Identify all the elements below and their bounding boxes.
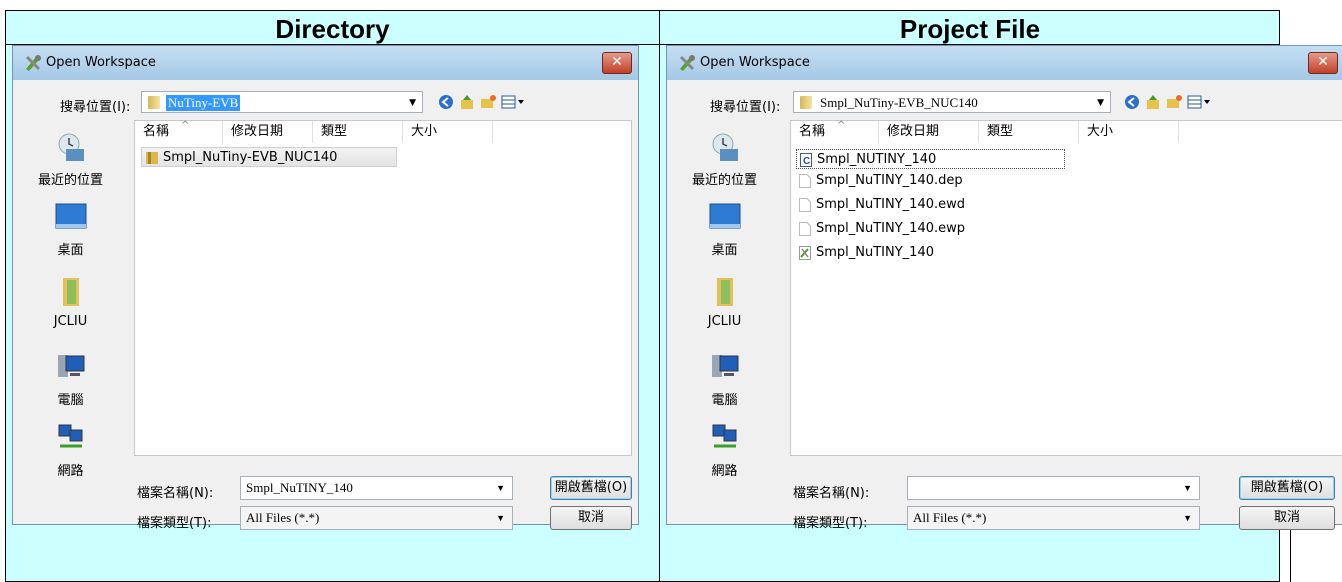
workspace-icon: [799, 245, 811, 260]
file-icon: [799, 197, 811, 212]
filetype-label: 檔案類型(T):: [793, 516, 868, 531]
file-list[interactable]: 名稱 ^ 修改日期 類型 大小 Smpl_NuTiny-EVB_NUC140: [134, 120, 632, 456]
look-in-value: NuTiny-EVB: [166, 95, 241, 111]
up-folder-icon[interactable]: [1145, 94, 1161, 110]
place-computer[interactable]: 電腦: [13, 351, 128, 408]
filetype-select[interactable]: All Files (*.*) ▼: [907, 506, 1200, 530]
filename-input[interactable]: ▼: [907, 476, 1200, 500]
column-date[interactable]: 修改日期: [223, 121, 313, 143]
list-item[interactable]: C Smpl_NUTINY_140: [796, 149, 1065, 169]
chevron-down-icon: ▼: [1183, 483, 1192, 493]
svg-text:C: C: [803, 156, 810, 167]
view-menu-icon[interactable]: [1187, 94, 1213, 110]
filename-label: 檔案名稱(N):: [137, 486, 214, 501]
chevron-down-icon: ▼: [496, 483, 505, 493]
look-in-label: 搜尋位置(I):: [60, 100, 131, 115]
column-date[interactable]: 修改日期: [879, 121, 979, 143]
c-source-icon: C: [800, 152, 812, 167]
close-button[interactable]: ✕: [602, 52, 632, 74]
header-row: Directory Project File: [6, 11, 1279, 45]
file-icon: [799, 173, 811, 188]
header-project-file: Project File: [899, 14, 1041, 44]
filename-input[interactable]: Smpl_NuTINY_140 ▼: [240, 476, 513, 500]
list-item[interactable]: Smpl_NuTINY_140: [799, 243, 934, 263]
folder-icon: [146, 151, 158, 164]
folder-icon: [148, 96, 160, 109]
user-folder-icon: [62, 278, 79, 306]
header-directory: Directory: [275, 14, 390, 44]
back-icon[interactable]: [438, 94, 454, 110]
file-icon: [799, 221, 811, 236]
title-bar: Open Workspace ✕: [667, 46, 1342, 80]
place-user[interactable]: JCLIU: [667, 276, 782, 329]
new-folder-icon[interactable]: [480, 94, 496, 110]
column-size[interactable]: 大小: [403, 121, 493, 143]
dialog-title: Open Workspace: [700, 55, 810, 70]
place-recent[interactable]: 最近的位置: [13, 131, 128, 188]
column-type[interactable]: 類型: [979, 121, 1079, 143]
desktop-icon: [55, 203, 86, 229]
list-item[interactable]: Smpl_NuTINY_140.ewp: [799, 219, 965, 239]
chevron-down-icon: ▼: [496, 513, 505, 523]
up-folder-icon[interactable]: [459, 94, 475, 110]
chevron-down-icon: ▼: [409, 98, 416, 108]
file-list[interactable]: 名稱 ^ 修改日期 類型 大小 C Smpl_NUTINY_140 Smpl_NuT…: [790, 120, 1342, 456]
look-in-combo[interactable]: Smpl_NuTiny-EVB_NUC140 ▼: [793, 91, 1111, 113]
column-type[interactable]: 類型: [313, 121, 403, 143]
place-user[interactable]: JCLIU: [13, 276, 128, 329]
open-workspace-dialog-left: Open Workspace ✕ 搜尋位置(I): NuTiny-EVB ▼ 最…: [12, 45, 639, 531]
place-desktop[interactable]: 桌面: [13, 201, 128, 258]
place-network[interactable]: 網路: [667, 422, 782, 479]
chevron-down-icon: ▼: [1097, 98, 1104, 108]
list-item[interactable]: Smpl_NuTINY_140.ewd: [799, 195, 965, 215]
open-button[interactable]: 開啟舊檔(O): [550, 476, 632, 500]
look-in-combo[interactable]: NuTiny-EVB ▼: [141, 91, 423, 113]
place-network[interactable]: 網路: [13, 422, 128, 479]
chevron-down-icon: ▼: [1183, 513, 1192, 523]
open-button[interactable]: 開啟舊檔(O): [1239, 476, 1335, 500]
recent-places-icon: [712, 133, 738, 161]
title-bar: Open Workspace ✕: [13, 46, 638, 80]
column-name[interactable]: 名稱 ^: [135, 120, 223, 143]
column-divider: [659, 11, 660, 581]
view-menu-icon[interactable]: [501, 94, 527, 110]
list-item[interactable]: Smpl_NuTiny-EVB_NUC140: [141, 147, 397, 167]
app-icon: [679, 55, 695, 71]
computer-icon: [57, 355, 84, 377]
user-folder-icon: [716, 278, 733, 306]
column-size[interactable]: 大小: [1079, 121, 1179, 143]
filetype-select[interactable]: All Files (*.*) ▼: [240, 506, 513, 530]
computer-icon: [711, 355, 738, 377]
filename-label: 檔案名稱(N):: [793, 486, 870, 501]
list-item[interactable]: Smpl_NuTINY_140.dep: [799, 171, 963, 191]
place-desktop[interactable]: 桌面: [667, 201, 782, 258]
place-computer[interactable]: 電腦: [667, 351, 782, 408]
filetype-label: 檔案類型(T):: [137, 516, 212, 531]
desktop-icon: [709, 203, 740, 229]
recent-places-icon: [58, 133, 84, 161]
look-in-value: Smpl_NuTiny-EVB_NUC140: [820, 95, 978, 110]
back-icon[interactable]: [1124, 94, 1140, 110]
cancel-button[interactable]: 取消: [550, 506, 632, 530]
cancel-button[interactable]: 取消: [1239, 506, 1335, 530]
network-icon: [58, 424, 82, 448]
place-recent[interactable]: 最近的位置: [667, 131, 782, 188]
close-button[interactable]: ✕: [1308, 52, 1338, 74]
dialog-title: Open Workspace: [46, 55, 156, 70]
app-icon: [25, 55, 41, 71]
network-icon: [712, 424, 736, 448]
open-workspace-dialog-right: Open Workspace ✕ 搜尋位置(I): Smpl_NuTiny-EV…: [666, 45, 1342, 531]
look-in-label: 搜尋位置(I):: [710, 100, 781, 115]
new-folder-icon[interactable]: [1166, 94, 1182, 110]
folder-icon: [800, 96, 812, 109]
column-name[interactable]: 名稱 ^: [791, 120, 879, 143]
